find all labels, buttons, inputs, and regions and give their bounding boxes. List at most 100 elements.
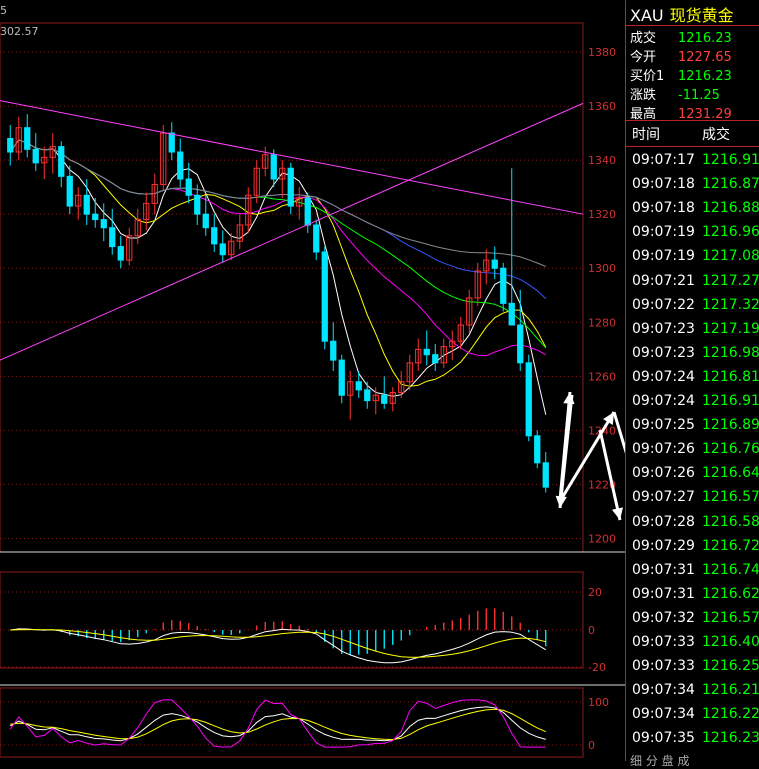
quote-value: 1227.65 (678, 50, 732, 65)
tick-price: 1216.76 (702, 441, 759, 458)
candle-body (330, 340, 337, 361)
tick-time: 09:07:33 (632, 634, 695, 650)
tick-row[interactable]: 09:07:35 1216.23 (632, 730, 759, 746)
tick-time: 09:07:34 (632, 706, 695, 723)
instrument-header: XAU 现货黄金 (630, 2, 734, 26)
tick-price: 1216.87 (702, 176, 759, 193)
price-axis-label: 1280 (588, 316, 616, 329)
candle-body (500, 267, 507, 304)
tick-price: 1217.19 (702, 320, 759, 337)
tick-time: 09:07:27 (632, 489, 695, 506)
tick-time: 09:07:31 (632, 585, 695, 602)
tick-row[interactable]: 09:07:34 1216.21 (632, 682, 759, 698)
candle-body (117, 246, 124, 261)
tick-row[interactable]: 09:07:28 1216.58 (632, 514, 759, 530)
quote-row: 今开 1227.65 (630, 46, 732, 65)
candle-body (83, 194, 90, 215)
tick-price: 1216.22 (702, 706, 759, 723)
tick-time: 09:07:22 (632, 296, 695, 313)
candle-body (177, 151, 184, 180)
tick-time: 09:07:19 (632, 248, 695, 265)
candle-body (517, 324, 524, 364)
candle-body (7, 138, 14, 153)
candle-body (100, 219, 107, 229)
candle-body (109, 227, 116, 248)
candle-body (168, 132, 175, 153)
quote-label: 成交 (630, 31, 657, 46)
tick-time: 09:07:31 (632, 561, 695, 578)
tick-row[interactable]: 09:07:26 1216.64 (632, 465, 759, 481)
tick-time: 09:07:25 (632, 417, 695, 434)
tick-row[interactable]: 09:07:17 1216.91 (632, 152, 759, 168)
chart-title-fragment: 5 (0, 4, 7, 17)
candle-body (194, 194, 201, 215)
tick-row[interactable]: 09:07:24 1216.81 (632, 369, 759, 385)
candle-body (338, 359, 345, 396)
quote-row: 买价1 1216.23 (630, 65, 732, 84)
kdj-axis-label: 100 (588, 696, 609, 709)
candle-body (270, 154, 277, 180)
tick-row[interactable]: 09:07:31 1216.62 (632, 586, 759, 602)
tick-price: 1216.89 (702, 417, 759, 434)
kline-chart[interactable]: 5 302.57 1380136013401320130012801260124… (0, 0, 625, 761)
quote-label: 买价1 (630, 69, 665, 84)
tick-row[interactable]: 09:07:25 1216.89 (632, 417, 759, 433)
quote-value: 1216.23 (678, 69, 732, 84)
tick-time: 09:07:23 (632, 320, 695, 337)
quote-value: 1216.23 (678, 31, 732, 46)
tick-price: 1216.62 (702, 585, 759, 602)
tick-row[interactable]: 09:07:31 1216.74 (632, 562, 759, 578)
tick-row[interactable]: 09:07:23 1217.19 (632, 321, 759, 337)
tick-time: 09:07:18 (632, 176, 695, 193)
tick-price: 1216.74 (702, 561, 759, 578)
tick-header-divider (626, 146, 759, 147)
chart-canvas[interactable]: 5 302.57 1380136013401320130012801260124… (0, 0, 625, 761)
tick-row[interactable]: 09:07:19 1216.96 (632, 224, 759, 240)
kdj-axis-label: 0 (588, 739, 595, 752)
price-axis-label: 1200 (588, 532, 616, 545)
tick-row[interactable]: 09:07:29 1216.72 (632, 538, 759, 554)
tick-row[interactable]: 09:07:24 1216.91 (632, 393, 759, 409)
tick-time: 09:07:33 (632, 658, 695, 675)
candle-body (304, 197, 311, 226)
quote-label: 涨跌 (630, 88, 657, 103)
tick-row[interactable]: 09:07:18 1216.88 (632, 200, 759, 216)
tick-row[interactable]: 09:07:33 1216.25 (632, 658, 759, 674)
quote-value: -11.25 (678, 88, 720, 103)
tick-row[interactable]: 09:07:19 1217.08 (632, 248, 759, 264)
tick-price: 1216.25 (702, 658, 759, 675)
instrument-symbol: XAU (630, 6, 664, 25)
tick-price: 1216.57 (702, 609, 759, 626)
tick-row[interactable]: 09:07:21 1217.27 (632, 273, 759, 289)
quote-row: 涨跌 -11.25 (630, 84, 720, 103)
candle-body (219, 243, 226, 256)
tick-price: 1216.57 (702, 489, 759, 506)
candle-body (66, 175, 73, 207)
tick-row[interactable]: 09:07:27 1216.57 (632, 489, 759, 505)
candle-body (321, 251, 328, 342)
tick-time: 09:07:18 (632, 200, 695, 217)
candle-body (313, 224, 320, 253)
tick-row[interactable]: 09:07:32 1216.57 (632, 610, 759, 626)
tick-header-time: 时间 (632, 127, 660, 143)
tick-time: 09:07:23 (632, 344, 695, 361)
tick-time: 09:07:24 (632, 368, 695, 385)
tick-row[interactable]: 09:07:34 1216.22 (632, 706, 759, 722)
quote-row: 成交 1216.23 (630, 27, 732, 46)
tick-row[interactable]: 09:07:23 1216.98 (632, 345, 759, 361)
tick-price: 1217.08 (702, 248, 759, 265)
macd-axis-label: 0 (588, 624, 595, 637)
candle-body (423, 348, 430, 356)
tick-price: 1216.40 (702, 634, 759, 650)
tick-time: 09:07:19 (632, 224, 695, 241)
tick-price: 1216.72 (702, 537, 759, 554)
tick-row[interactable]: 09:07:18 1216.87 (632, 176, 759, 192)
tick-row[interactable]: 09:07:26 1216.76 (632, 441, 759, 457)
tick-time: 09:07:17 (632, 152, 695, 168)
tick-row[interactable]: 09:07:22 1217.32 (632, 297, 759, 313)
candle-body (287, 167, 294, 207)
tick-row[interactable]: 09:07:33 1216.40 (632, 634, 759, 650)
tick-price: 1216.58 (702, 513, 759, 530)
quote-side-panel: XAU 现货黄金 成交 1216.23 今开 1227.65 买价1 1216.23 涨跌 -1… (625, 0, 759, 768)
footer-tabs-label[interactable]: 细 分 盘 成 (626, 754, 689, 768)
